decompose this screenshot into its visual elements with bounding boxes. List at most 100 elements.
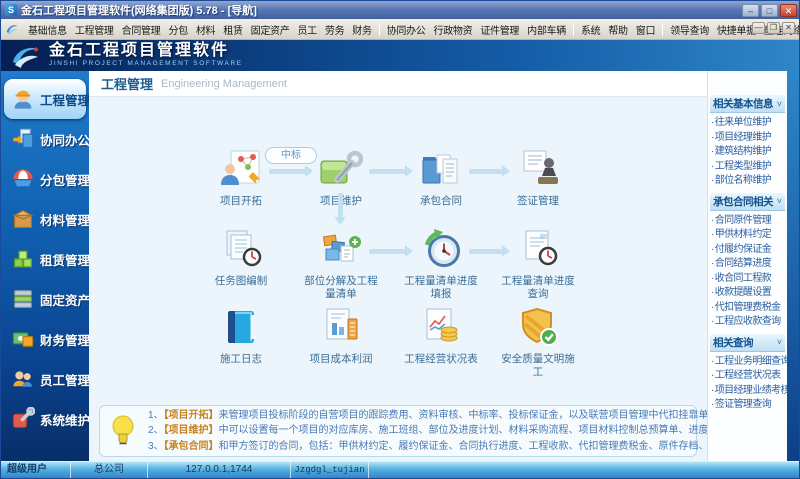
sidebar-item-label: 员工管理 [40,373,91,388]
flow-item-task-plan[interactable]: 任务图编制 [196,229,286,288]
link-business-status-report[interactable]: ·工程经营状况表 [708,369,787,384]
bullet: · [711,258,714,269]
cost-profit-icon [319,307,363,347]
bullet: · [711,175,714,186]
link-label: 收款提醒设置 [714,287,772,298]
link-project-manager[interactable]: ·项目经理维护 [708,131,787,146]
subcontract-icon [11,167,35,191]
tip-number: 2、 [148,425,164,437]
chevron-down-icon: ˅ [776,337,782,347]
flow-item-progress-query[interactable]: 工程量清单进度查询 [493,229,583,301]
menu-vehicles[interactable]: 内部车辆 [523,22,570,37]
link-business-detail-query[interactable]: ·工程业务明细查询 [708,355,787,370]
link-withhold-tax[interactable]: ·代扣管理费税金 [708,301,787,316]
link-project-type[interactable]: ·工程类型维护 [708,160,787,175]
flow-label: 项目成本利润 [309,353,373,365]
minimize-button[interactable]: – [742,3,759,17]
sidebar-item-engineering[interactable]: 工程管理 [4,79,90,119]
section-header-query[interactable]: 相关查询 ˅ [710,333,785,352]
sidebar-item-lease[interactable]: 租赁管理 [1,239,90,279]
sidebar-item-label: 协同办公 [40,133,91,148]
flow-item-boq-breakdown[interactable]: 部位分解及工程量清单 [296,229,386,301]
sidebar-item-maintenance[interactable]: 系统维护 [1,399,90,439]
mdi-close-button[interactable]: ✕ [782,22,795,34]
menu-help[interactable]: 帮助 [604,22,631,37]
construction-log-icon [219,307,263,347]
link-receivable-query[interactable]: ·工程应收款查询 [708,315,787,330]
tip-tag: 【项目维护】 [163,425,219,437]
menu-collaboration[interactable]: 协同办公 [383,22,430,37]
flow-item-contract[interactable]: 承包合同 [396,149,486,208]
link-deposit-pay[interactable]: ·付履约保证金 [708,243,787,258]
status-empty [369,462,799,478]
visa-stamp-icon [516,149,560,189]
sidebar-item-finance[interactable]: 财务管理 [1,319,90,359]
flow-item-progress-report[interactable]: 工程量清单进度填报 [396,229,486,301]
menu-staff[interactable]: 员工 [293,22,320,37]
sidebar-item-staff[interactable]: 员工管理 [1,359,91,399]
menu-labor[interactable]: 劳务 [321,22,348,37]
link-label: 往来单位维护 [714,117,772,128]
link-part-name[interactable]: ·部位名称维护 [708,174,787,189]
business-status-icon [419,307,463,347]
flow-item-safety[interactable]: 安全质量文明施工 [493,307,583,379]
page-title: 工程管理 [101,77,154,92]
menu-engineering[interactable]: 工程管理 [71,22,118,37]
jinshi-logo-icon [13,46,39,68]
menu-leader-query[interactable]: 领导查询 [666,22,713,37]
menu-certificates[interactable]: 证件管理 [476,22,523,37]
menu-lease[interactable]: 租赁 [219,22,246,37]
menu-system[interactable]: 系统 [577,22,604,37]
status-user: 超级用户 [1,462,71,478]
left-sidebar: 工程管理 协同办公 分包管理 材料管理 租赁管理 固定资产 财务管理 员工管理 … [1,71,91,463]
close-button[interactable]: ✕ [780,3,797,17]
flow-label: 任务图编制 [214,275,268,287]
mdi-window-controls: — ❐ ✕ [752,22,795,34]
flow-item-cost-profit[interactable]: 项目成本利润 [296,307,386,366]
rightbar-section-basic-info: 相关基本信息 ˅ ·往来单位维护 ·项目经理维护 ·建筑结构维护 ·工程类型维护… [708,95,787,189]
link-label: 合同原件管理 [714,214,772,226]
mdi-minimize-button[interactable]: — [752,22,765,34]
link-building-structure[interactable]: ·建筑结构维护 [708,145,787,160]
link-label: 部位名称维护 [714,175,772,186]
link-settlement-progress[interactable]: ·合同结算进度 [708,257,787,272]
menu-contract[interactable]: 合同管理 [118,22,165,37]
link-receive-payment[interactable]: ·收合同工程款 [708,272,787,287]
title-bar: S 金石工程项目管理软件(网络集团版) 5.78 - [导航] – □ ✕ [1,1,799,19]
worker-icon [11,87,35,111]
sidebar-item-collaboration[interactable]: 协同办公 [1,119,91,159]
menu-material[interactable]: 材料 [192,22,219,37]
section-header-basic-info[interactable]: 相关基本信息 ˅ [710,95,785,113]
link-owner-material[interactable]: ·甲供材料约定 [708,228,787,243]
window-icon[interactable]: S [5,4,17,16]
project-maintain-icon [319,149,364,189]
flow-item-business-status[interactable]: 工程经营状况表 [396,307,486,366]
menu-window[interactable]: 窗口 [632,22,659,37]
page-header: 工程管理 Engineering Management [89,71,707,97]
section-header-contract[interactable]: 承包合同相关 ˅ [710,192,785,211]
menu-basic-info[interactable]: 基础信息 [24,22,71,37]
link-partner-units[interactable]: ·往来单位维护 [708,116,787,131]
bullet: · [711,117,714,128]
menu-finance[interactable]: 财务 [348,22,375,37]
menu-fixed-assets[interactable]: 固定资产 [247,22,294,37]
progress-query-icon [516,229,560,269]
menu-admin-supplies[interactable]: 行政物资 [430,22,477,37]
tip-line: 3、【承包合同】和甲方签订的合同，包括：甲供材约定、履约保证金、合同执行进度、工… [148,439,799,455]
link-label: 甲供材料约定 [714,229,772,240]
bullet: · [711,316,714,327]
flow-item-visa[interactable]: 签证管理 [493,149,583,208]
rightbar-section-query: 相关查询 ˅ ·工程业务明细查询 ·工程经营状况表 ·项目经理业绩考核 ·签证管… [708,333,787,413]
mdi-restore-button[interactable]: ❐ [767,22,780,34]
menu-subcontract[interactable]: 分包 [164,22,191,37]
maximize-button[interactable]: □ [761,3,778,17]
flow-item-construction-log[interactable]: 施工日志 [196,307,286,366]
sidebar-item-fixed-assets[interactable]: 固定资产 [1,279,90,319]
sidebar-item-subcontract[interactable]: 分包管理 [1,159,90,199]
link-contract-original[interactable]: ·合同原件管理 [708,214,787,229]
link-pm-performance[interactable]: ·项目经理业绩考核 [708,384,787,399]
link-visa-query[interactable]: ·签证管理查询 [708,398,787,413]
rightbar-section-contract: 承包合同相关 ˅ ·合同原件管理 ·甲供材料约定 ·付履约保证金 ·合同结算进度… [708,192,787,330]
link-payment-reminder[interactable]: ·收款提醒设置 [708,286,787,301]
sidebar-item-material[interactable]: 材料管理 [1,199,90,239]
